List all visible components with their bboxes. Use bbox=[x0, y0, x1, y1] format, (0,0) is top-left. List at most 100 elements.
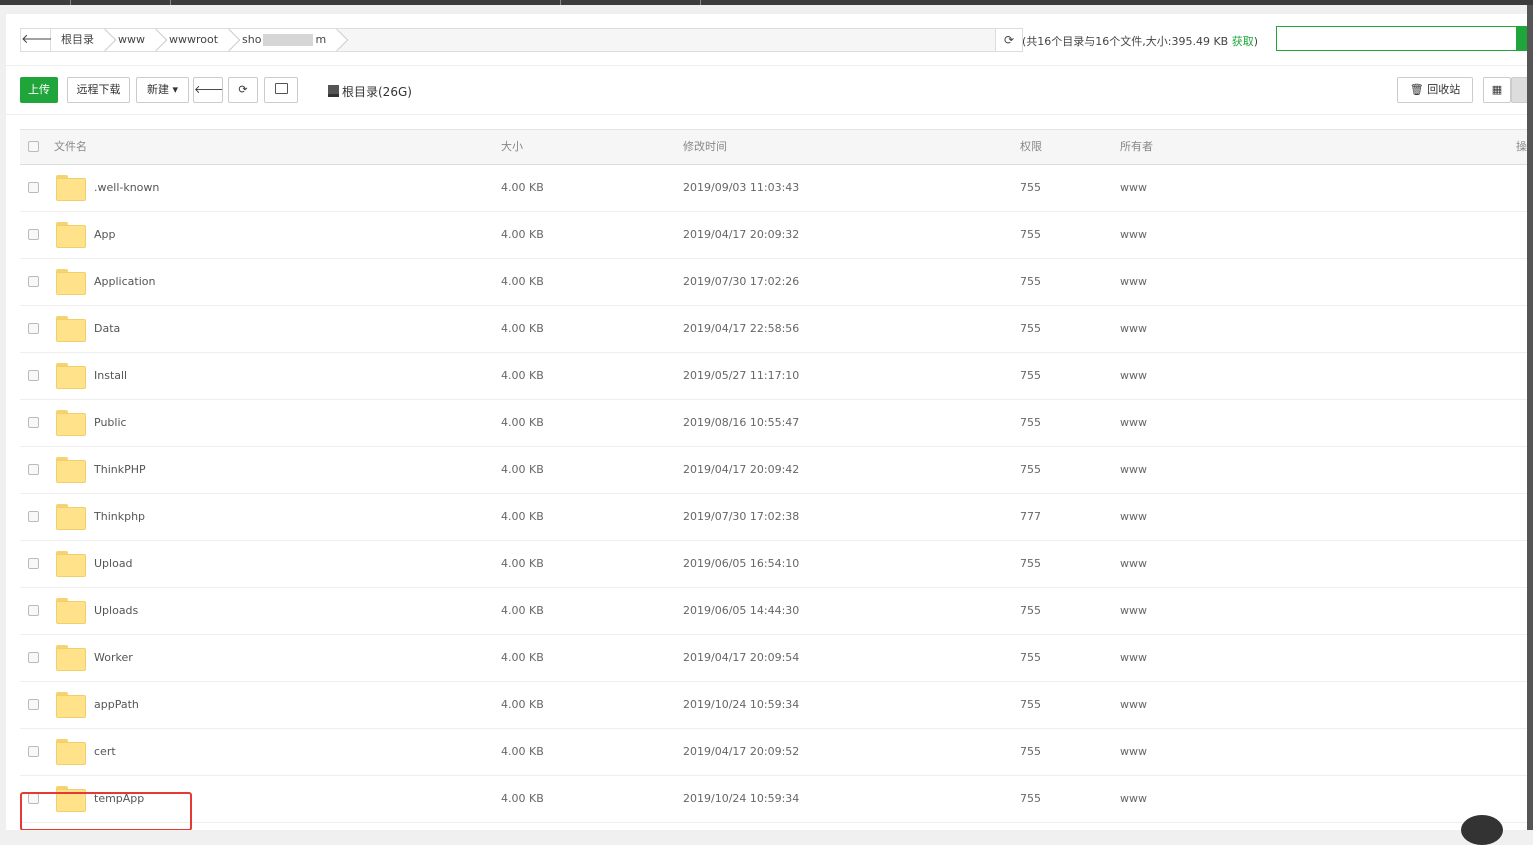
file-owner[interactable]: www bbox=[1120, 776, 1147, 822]
fetch-size-link[interactable]: 获取 bbox=[1232, 35, 1254, 48]
path-refresh-button[interactable]: ⟳ bbox=[995, 29, 1022, 51]
table-row[interactable]: Uploads 4.00 KB 2019/06/05 14:44:30 755 www bbox=[20, 588, 1527, 635]
refresh-button[interactable]: ⟳ bbox=[228, 77, 258, 103]
table-row[interactable]: App 4.00 KB 2019/04/17 20:09:32 755 www bbox=[20, 212, 1527, 259]
file-name[interactable]: Install bbox=[94, 353, 127, 399]
upload-button[interactable]: 上传 bbox=[20, 77, 58, 103]
search-button[interactable] bbox=[1516, 26, 1527, 51]
file-owner[interactable]: www bbox=[1120, 353, 1147, 399]
header-mtime[interactable]: 修改时间 bbox=[683, 130, 727, 164]
folder-icon bbox=[56, 269, 86, 295]
file-name[interactable]: .well-known bbox=[94, 165, 159, 211]
recycle-bin-button[interactable]: 🗑 回收站 bbox=[1397, 77, 1473, 103]
row-checkbox[interactable] bbox=[28, 746, 39, 757]
list-view-button[interactable] bbox=[1511, 77, 1527, 103]
file-owner[interactable]: www bbox=[1120, 447, 1147, 493]
table-row[interactable]: tempApp 4.00 KB 2019/10/24 10:59:34 755 www bbox=[20, 776, 1527, 823]
row-checkbox[interactable] bbox=[28, 699, 39, 710]
select-all-checkbox[interactable] bbox=[28, 141, 39, 152]
terminal-button[interactable] bbox=[264, 77, 298, 103]
table-row[interactable]: Data 4.00 KB 2019/04/17 22:58:56 755 www bbox=[20, 306, 1527, 353]
file-perm[interactable]: 755 bbox=[1020, 541, 1041, 587]
file-owner[interactable]: www bbox=[1120, 212, 1147, 258]
file-perm[interactable]: 755 bbox=[1020, 447, 1041, 493]
row-checkbox[interactable] bbox=[28, 605, 39, 616]
breadcrumb: 根目录 www wwwroot sho m bbox=[51, 29, 341, 51]
terminal-icon bbox=[274, 83, 288, 94]
breadcrumb-item-root[interactable]: 根目录 bbox=[51, 29, 108, 51]
table-row[interactable]: .well-known 4.00 KB 2019/09/03 11:03:43 755… bbox=[20, 165, 1527, 212]
file-perm[interactable]: 755 bbox=[1020, 353, 1041, 399]
new-dropdown-button[interactable]: 新建 ▾ bbox=[136, 77, 189, 103]
file-name[interactable]: appPath bbox=[94, 682, 139, 728]
file-owner[interactable]: www bbox=[1120, 588, 1147, 634]
breadcrumb-item-wwwroot[interactable]: wwwroot bbox=[159, 29, 233, 51]
file-name[interactable]: ThinkPHP bbox=[94, 447, 146, 493]
table-row[interactable]: Upload 4.00 KB 2019/06/05 16:54:10 755 www bbox=[20, 541, 1527, 588]
file-owner[interactable]: www bbox=[1120, 541, 1147, 587]
table-row[interactable]: cert 4.00 KB 2019/04/17 20:09:52 755 www bbox=[20, 729, 1527, 776]
file-perm[interactable]: 755 bbox=[1020, 776, 1041, 822]
search-input[interactable] bbox=[1276, 26, 1517, 51]
file-name[interactable]: Worker bbox=[94, 635, 133, 681]
file-perm[interactable]: 755 bbox=[1020, 165, 1041, 211]
file-owner[interactable]: www bbox=[1120, 635, 1147, 681]
row-checkbox[interactable] bbox=[28, 511, 39, 522]
row-checkbox[interactable] bbox=[28, 558, 39, 569]
table-row[interactable]: appPath 4.00 KB 2019/10/24 10:59:34 755 www bbox=[20, 682, 1527, 729]
file-perm[interactable]: 755 bbox=[1020, 212, 1041, 258]
row-checkbox[interactable] bbox=[28, 276, 39, 287]
table-row[interactable]: Public 4.00 KB 2019/08/16 10:55:47 755 www bbox=[20, 400, 1527, 447]
file-name[interactable]: Uploads bbox=[94, 588, 138, 634]
floating-button[interactable] bbox=[1461, 815, 1503, 845]
file-perm[interactable]: 755 bbox=[1020, 259, 1041, 305]
header-size[interactable]: 大小 bbox=[501, 130, 523, 164]
file-perm[interactable]: 755 bbox=[1020, 682, 1041, 728]
file-name[interactable]: Thinkphp bbox=[94, 494, 145, 540]
table-row[interactable]: Worker 4.00 KB 2019/04/17 20:09:54 755 www bbox=[20, 635, 1527, 682]
file-owner[interactable]: www bbox=[1120, 494, 1147, 540]
file-owner[interactable]: www bbox=[1120, 165, 1147, 211]
row-checkbox[interactable] bbox=[28, 370, 39, 381]
file-perm[interactable]: 755 bbox=[1020, 635, 1041, 681]
file-name[interactable]: Data bbox=[94, 306, 120, 352]
grid-view-button[interactable]: ▦ bbox=[1483, 77, 1511, 103]
disk-info[interactable]: 根目录(26G) bbox=[328, 83, 412, 100]
header-name[interactable]: 文件名 bbox=[54, 130, 87, 164]
file-size: 4.00 KB bbox=[501, 745, 544, 758]
file-mtime: 2019/10/24 10:59:34 bbox=[683, 792, 800, 805]
file-name[interactable]: Upload bbox=[94, 541, 133, 587]
row-checkbox[interactable] bbox=[28, 464, 39, 475]
folder-icon bbox=[56, 175, 86, 201]
file-perm[interactable]: 755 bbox=[1020, 588, 1041, 634]
table-row[interactable]: Thinkphp 4.00 KB 2019/07/30 17:02:38 777 www bbox=[20, 494, 1527, 541]
file-name[interactable]: Public bbox=[94, 400, 127, 446]
row-checkbox[interactable] bbox=[28, 182, 39, 193]
file-perm[interactable]: 755 bbox=[1020, 306, 1041, 352]
table-row[interactable]: Application 4.00 KB 2019/07/30 17:02:26 755… bbox=[20, 259, 1527, 306]
file-owner[interactable]: www bbox=[1120, 306, 1147, 352]
file-owner[interactable]: www bbox=[1120, 682, 1147, 728]
row-checkbox[interactable] bbox=[28, 417, 39, 428]
arrow-left-icon: 🡐 bbox=[194, 83, 224, 96]
file-perm[interactable]: 777 bbox=[1020, 494, 1041, 540]
remote-download-button[interactable]: 远程下载 bbox=[67, 77, 130, 103]
back-button[interactable]: 🡐 bbox=[193, 77, 224, 103]
file-owner[interactable]: www bbox=[1120, 400, 1147, 446]
path-back-button[interactable]: 🡐 bbox=[21, 29, 56, 51]
breadcrumb-item-site[interactable]: sho m bbox=[232, 29, 341, 51]
file-name[interactable]: App bbox=[94, 212, 116, 258]
file-perm[interactable]: 755 bbox=[1020, 400, 1041, 446]
file-owner[interactable]: www bbox=[1120, 259, 1147, 305]
file-perm[interactable]: 755 bbox=[1020, 729, 1041, 775]
file-mtime: 2019/07/30 17:02:26 bbox=[683, 275, 800, 288]
table-row[interactable]: Install 4.00 KB 2019/05/27 11:17:10 755 www bbox=[20, 353, 1527, 400]
file-mtime: 2019/08/16 10:55:47 bbox=[683, 416, 800, 429]
file-name[interactable]: cert bbox=[94, 729, 116, 775]
file-owner[interactable]: www bbox=[1120, 729, 1147, 775]
row-checkbox[interactable] bbox=[28, 229, 39, 240]
table-row[interactable]: ThinkPHP 4.00 KB 2019/04/17 20:09:42 755 www bbox=[20, 447, 1527, 494]
row-checkbox[interactable] bbox=[28, 323, 39, 334]
file-name[interactable]: Application bbox=[94, 259, 155, 305]
row-checkbox[interactable] bbox=[28, 652, 39, 663]
